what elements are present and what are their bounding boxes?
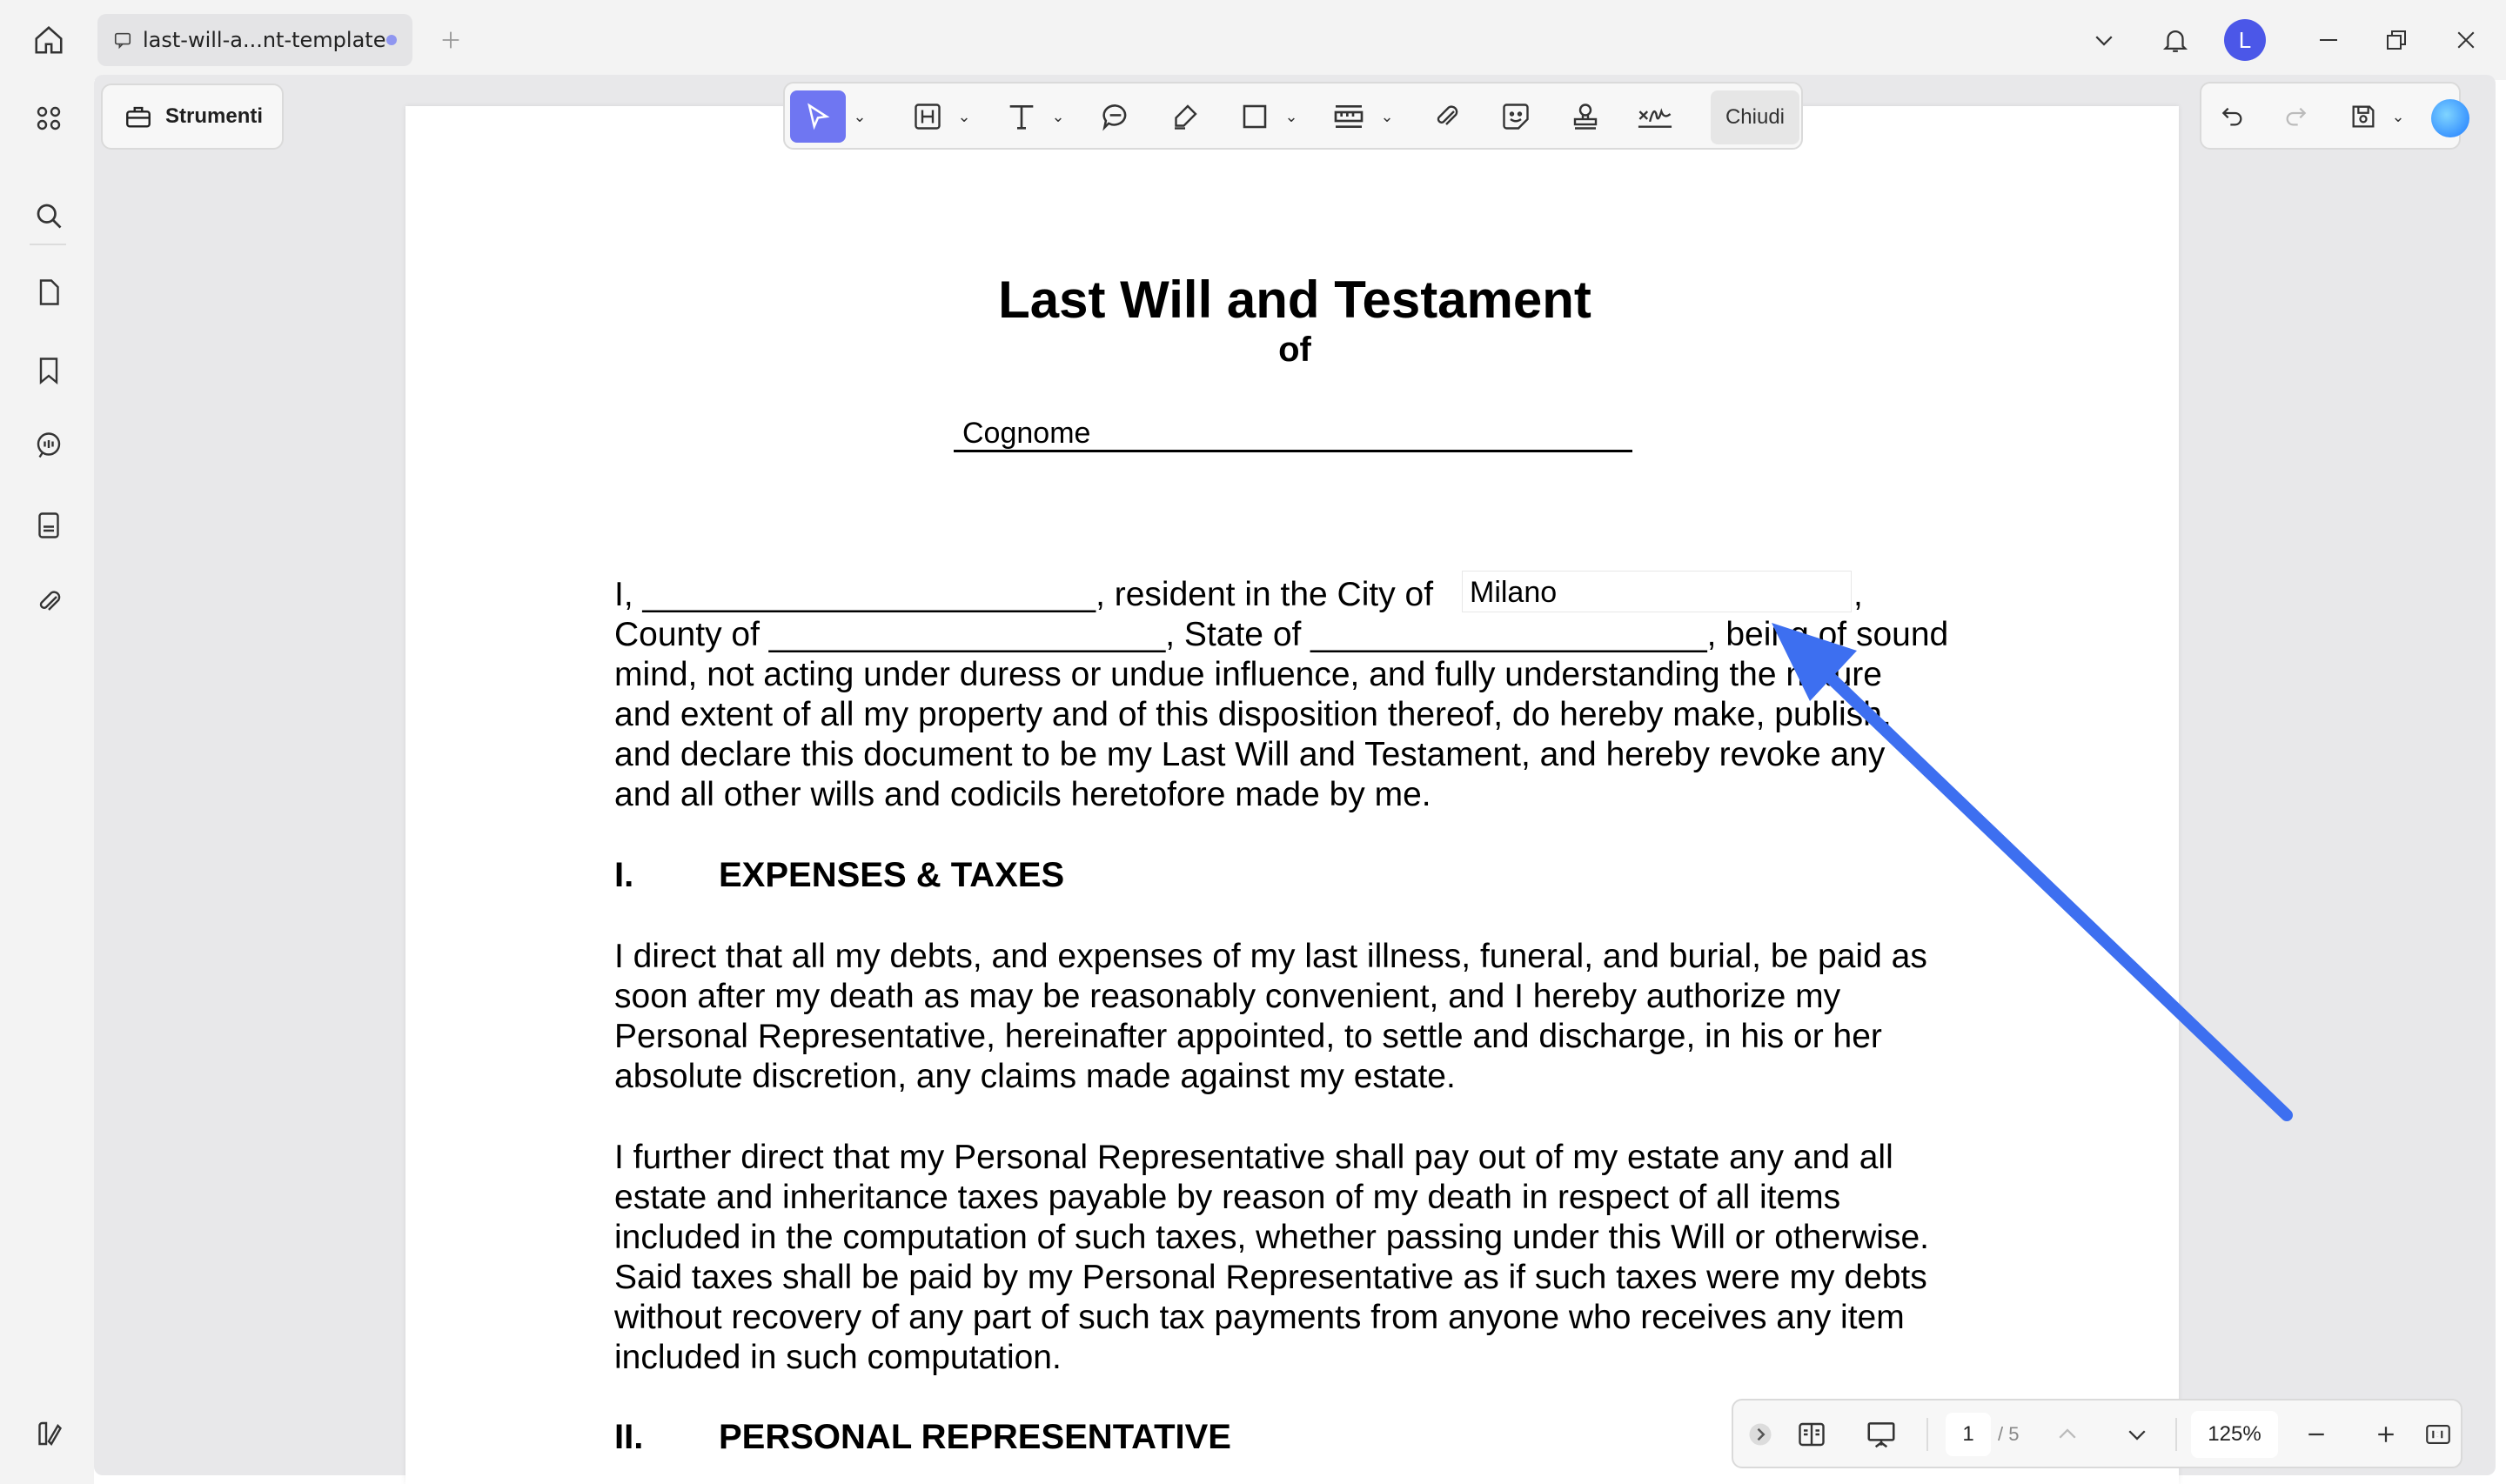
zoom-out-icon[interactable] — [2295, 1411, 2337, 1458]
zoom-in-icon[interactable] — [2365, 1411, 2407, 1458]
presentation-icon[interactable] — [1859, 1411, 1904, 1458]
previous-page-icon[interactable] — [2047, 1411, 2088, 1458]
current-page-input[interactable]: 1 — [1946, 1413, 1991, 1456]
nav-divider — [2175, 1418, 2177, 1451]
nav-divider — [1926, 1418, 1928, 1451]
reading-mode-icon[interactable] — [1789, 1411, 1834, 1458]
total-pages: / 5 — [1998, 1423, 2020, 1445]
page-navigation-bar: 1 / 5 125% — [1732, 1399, 2462, 1468]
next-page-icon[interactable] — [2116, 1411, 2158, 1458]
actual-size-icon[interactable] — [2417, 1411, 2459, 1458]
expand-toggle-icon[interactable] — [1742, 1411, 1779, 1458]
annotation-arrow — [1772, 623, 2293, 1121]
zoom-level[interactable]: 125% — [2191, 1411, 2278, 1458]
